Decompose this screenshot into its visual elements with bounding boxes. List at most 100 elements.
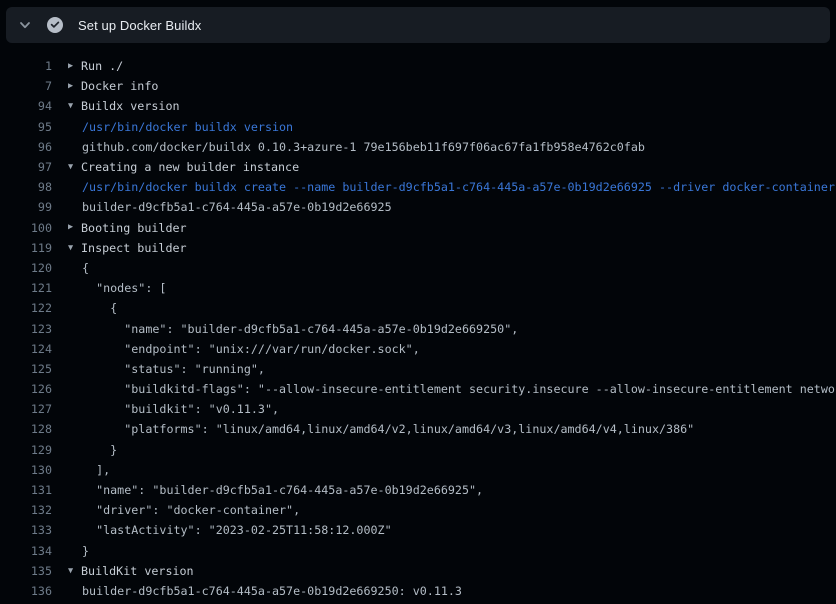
- line-number[interactable]: 132: [0, 503, 52, 517]
- line-number[interactable]: 121: [0, 281, 52, 295]
- log-line: 120 {: [0, 258, 836, 278]
- group-expanded-icon[interactable]: ▼: [68, 567, 81, 576]
- log-line: 128 "platforms": "linux/amd64,linux/amd6…: [0, 419, 836, 439]
- output-text: }: [82, 544, 89, 558]
- log-line: 125 "status": "running",: [0, 359, 836, 379]
- log-line: 126 "buildkitd-flags": "--allow-insecure…: [0, 379, 836, 399]
- group-title: Docker info: [81, 79, 158, 93]
- log-line-content: }: [68, 443, 117, 457]
- log-line: 129 }: [0, 440, 836, 460]
- line-number[interactable]: 128: [0, 422, 52, 436]
- line-number[interactable]: 119: [0, 241, 52, 255]
- group-title: Creating a new builder instance: [81, 160, 299, 174]
- group-collapsed-icon[interactable]: ▶: [68, 82, 81, 91]
- output-text: {: [82, 261, 89, 275]
- log-line-content: "platforms": "linux/amd64,linux/amd64/v2…: [68, 422, 694, 436]
- line-number[interactable]: 133: [0, 523, 52, 537]
- command-text: /usr/bin/docker buildx version: [82, 120, 293, 134]
- line-number[interactable]: 120: [0, 261, 52, 275]
- group-title: Booting builder: [81, 221, 187, 235]
- line-number[interactable]: 95: [0, 120, 52, 134]
- line-number[interactable]: 99: [0, 200, 52, 214]
- line-number[interactable]: 94: [0, 99, 52, 113]
- group-title: BuildKit version: [81, 564, 194, 578]
- log-line[interactable]: 1 ▶ Run ./: [0, 56, 836, 76]
- command-text: /usr/bin/docker buildx create --name bui…: [82, 180, 835, 194]
- output-text: builder-d9cfb5a1-c764-445a-a57e-0b19d2e6…: [82, 584, 462, 598]
- log-line: 99 builder-d9cfb5a1-c764-445a-a57e-0b19d…: [0, 197, 836, 217]
- log-line-content: "endpoint": "unix:///var/run/docker.sock…: [68, 342, 420, 356]
- line-number[interactable]: 98: [0, 180, 52, 194]
- group-expanded-icon[interactable]: ▼: [68, 244, 81, 253]
- log-line-content: ▶ Booting builder: [68, 221, 187, 235]
- output-text: "lastActivity": "2023-02-25T11:58:12.000…: [82, 523, 392, 537]
- chevron-down-icon[interactable]: [18, 18, 32, 32]
- group-expanded-icon[interactable]: ▼: [68, 102, 81, 111]
- group-collapsed-icon[interactable]: ▶: [68, 62, 81, 71]
- log-line-content: builder-d9cfb5a1-c764-445a-a57e-0b19d2e6…: [68, 584, 462, 598]
- log-line: 98 /usr/bin/docker buildx create --name …: [0, 177, 836, 197]
- line-number[interactable]: 1: [0, 59, 52, 73]
- check-circle-icon: [47, 17, 63, 33]
- output-text: }: [82, 443, 117, 457]
- log-line-content: "name": "builder-d9cfb5a1-c764-445a-a57e…: [68, 322, 518, 336]
- log-line-content: }: [68, 544, 89, 558]
- log-line-content: "buildkit": "v0.11.3",: [68, 402, 279, 416]
- output-text: ],: [82, 463, 110, 477]
- log-line[interactable]: 94 ▼ Buildx version: [0, 96, 836, 116]
- line-number[interactable]: 134: [0, 544, 52, 558]
- log-line[interactable]: 119 ▼ Inspect builder: [0, 238, 836, 258]
- output-text: "endpoint": "unix:///var/run/docker.sock…: [82, 342, 420, 356]
- output-text: "buildkit": "v0.11.3",: [82, 402, 279, 416]
- log-line: 96 github.com/docker/buildx 0.10.3+azure…: [0, 137, 836, 157]
- line-number[interactable]: 136: [0, 584, 52, 598]
- log-line-content: ▼ Creating a new builder instance: [68, 160, 299, 174]
- log-line-content: /usr/bin/docker buildx create --name bui…: [68, 180, 835, 194]
- line-number[interactable]: 97: [0, 160, 52, 174]
- output-text: "name": "builder-d9cfb5a1-c764-445a-a57e…: [82, 322, 518, 336]
- line-number[interactable]: 135: [0, 564, 52, 578]
- group-collapsed-icon[interactable]: ▶: [68, 223, 81, 232]
- log-lines: 1 ▶ Run ./ 7 ▶ Docker info 94 ▼ Buildx v…: [0, 56, 836, 601]
- line-number[interactable]: 127: [0, 402, 52, 416]
- log-line-content: ▼ Inspect builder: [68, 241, 187, 255]
- line-number[interactable]: 129: [0, 443, 52, 457]
- log-line[interactable]: 7 ▶ Docker info: [0, 76, 836, 96]
- actions-log-viewer: Set up Docker Buildx 1 ▶ Run ./ 7 ▶ Dock…: [0, 0, 836, 604]
- line-number[interactable]: 7: [0, 79, 52, 93]
- line-number[interactable]: 125: [0, 362, 52, 376]
- group-title: Inspect builder: [81, 241, 187, 255]
- line-number[interactable]: 131: [0, 483, 52, 497]
- line-number[interactable]: 122: [0, 301, 52, 315]
- log-line-content: ▶ Docker info: [68, 79, 158, 93]
- log-line: 127 "buildkit": "v0.11.3",: [0, 399, 836, 419]
- log-line-content: ▼ BuildKit version: [68, 564, 194, 578]
- output-text: builder-d9cfb5a1-c764-445a-a57e-0b19d2e6…: [82, 200, 392, 214]
- line-number[interactable]: 124: [0, 342, 52, 356]
- output-text: "driver": "docker-container",: [82, 503, 300, 517]
- line-number[interactable]: 100: [0, 221, 52, 235]
- log-line-content: ▶ Run ./: [68, 59, 123, 73]
- output-text: "buildkitd-flags": "--allow-insecure-ent…: [82, 382, 836, 396]
- log-line[interactable]: 100 ▶ Booting builder: [0, 218, 836, 238]
- log-line-content: ▼ Buildx version: [68, 99, 180, 113]
- output-text: "status": "running",: [82, 362, 265, 376]
- line-number[interactable]: 96: [0, 140, 52, 154]
- log-line-content: /usr/bin/docker buildx version: [68, 120, 293, 134]
- log-line-content: {: [68, 301, 117, 315]
- output-text: "nodes": [: [82, 281, 166, 295]
- log-line: 134 }: [0, 541, 836, 561]
- line-number[interactable]: 123: [0, 322, 52, 336]
- group-title: Buildx version: [81, 99, 180, 113]
- log-line-content: "driver": "docker-container",: [68, 503, 300, 517]
- log-line-content: "nodes": [: [68, 281, 166, 295]
- line-number[interactable]: 126: [0, 382, 52, 396]
- group-expanded-icon[interactable]: ▼: [68, 163, 81, 172]
- log-line: 122 {: [0, 298, 836, 318]
- line-number[interactable]: 130: [0, 463, 52, 477]
- log-line[interactable]: 97 ▼ Creating a new builder instance: [0, 157, 836, 177]
- log-line: 131 "name": "builder-d9cfb5a1-c764-445a-…: [0, 480, 836, 500]
- log-line[interactable]: 135 ▼ BuildKit version: [0, 561, 836, 581]
- step-header[interactable]: Set up Docker Buildx: [6, 7, 830, 43]
- log-line: 123 "name": "builder-d9cfb5a1-c764-445a-…: [0, 318, 836, 338]
